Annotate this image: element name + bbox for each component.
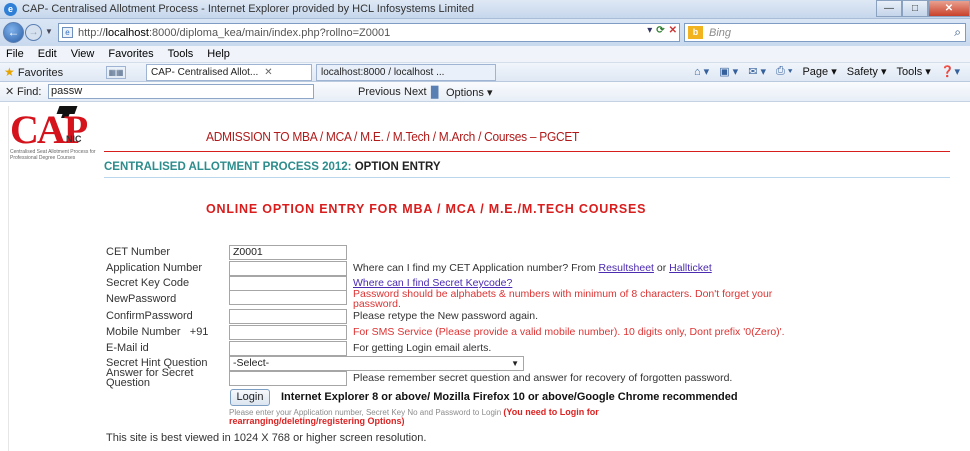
find-options-button[interactable]: Options ▾ bbox=[446, 86, 493, 99]
mobile-number-label: Mobile Number +91 bbox=[106, 326, 209, 338]
safety-menu[interactable]: Safety ▾ bbox=[847, 65, 887, 78]
new-password-hint: Password should be alphabets & numbers w… bbox=[353, 288, 773, 300]
divider bbox=[104, 177, 950, 178]
bing-icon: b bbox=[688, 26, 703, 39]
close-button[interactable]: ✕ bbox=[928, 0, 970, 17]
tools-menu[interactable]: Tools ▾ bbox=[897, 65, 931, 78]
mobile-number-field[interactable] bbox=[229, 325, 347, 340]
search-placeholder: Bing bbox=[709, 27, 732, 39]
url-controls: ▾ ⟳ ✕ bbox=[647, 25, 677, 36]
url-text[interactable]: http://localhost:8000/diploma_kea/main/i… bbox=[78, 27, 390, 39]
star-icon: ★ bbox=[4, 65, 15, 79]
secret-key-label: Secret Key Code bbox=[106, 277, 190, 289]
forward-button[interactable]: → bbox=[25, 24, 42, 41]
find-input[interactable]: passw bbox=[48, 84, 314, 99]
new-password-label: NewPassword bbox=[106, 293, 177, 305]
menu-view[interactable]: View bbox=[71, 46, 95, 62]
window-controls: — □ ✕ bbox=[876, 0, 970, 18]
url-field[interactable]: e http://localhost:8000/diploma_kea/main… bbox=[58, 23, 680, 42]
email-label: E-Mail id bbox=[106, 342, 149, 354]
hallticket-link[interactable]: Hallticket bbox=[669, 262, 712, 274]
new-password-hint-cont: password. bbox=[353, 298, 401, 310]
refresh-icon[interactable]: ⟳ bbox=[656, 25, 664, 36]
menu-favorites[interactable]: Favorites bbox=[108, 46, 153, 62]
resultsheet-link[interactable]: Resultsheet bbox=[599, 262, 654, 274]
minimize-button[interactable]: — bbox=[876, 0, 902, 17]
confirm-password-hint: Please retype the New password again. bbox=[353, 310, 539, 322]
answer-field[interactable] bbox=[229, 371, 347, 386]
feeds-icon[interactable]: ▣ ▾ bbox=[719, 65, 738, 78]
browser-recommendation: Internet Explorer 8 or above/ Mozilla Fi… bbox=[281, 391, 738, 403]
url-dropdown-icon[interactable]: ▾ bbox=[647, 25, 652, 36]
print-icon[interactable]: ⎙ ▾ bbox=[776, 65, 792, 78]
ie-logo-icon: e bbox=[4, 3, 17, 16]
divider bbox=[8, 106, 9, 451]
find-label: Find: bbox=[17, 86, 42, 98]
mobile-number-hint: For SMS Service (Please provide a valid … bbox=[353, 326, 785, 338]
back-button[interactable]: ← bbox=[3, 22, 24, 43]
mail-icon[interactable]: ✉ ▾ bbox=[748, 65, 766, 78]
menu-tools[interactable]: Tools bbox=[168, 46, 194, 62]
chevron-down-icon: ▼ bbox=[511, 359, 519, 368]
find-bar: ✕ Find: passw Previous Next ▉ Options ▾ bbox=[0, 82, 970, 102]
command-bar: ⌂ ▾ ▣ ▾ ✉ ▾ ⎙ ▾ Page ▾ Safety ▾ Tools ▾ … bbox=[694, 65, 960, 78]
page-icon: e bbox=[62, 27, 73, 38]
find-next-button[interactable]: Next bbox=[404, 86, 427, 98]
menu-file[interactable]: File bbox=[6, 46, 24, 62]
page-menu[interactable]: Page ▾ bbox=[802, 65, 836, 78]
maximize-button[interactable]: □ bbox=[902, 0, 928, 17]
confirm-password-label: ConfirmPassword bbox=[106, 310, 193, 322]
cap-title: CENTRALISED ALLOTMENT PROCESS 2012: OPTI… bbox=[104, 161, 441, 173]
menu-bar: File Edit View Favorites Tools Help bbox=[0, 46, 970, 63]
tab-cap[interactable]: CAP- Centralised Allot... ✕ bbox=[146, 64, 312, 81]
window-title: CAP- Centralised Allotment Process - Int… bbox=[22, 3, 474, 15]
page-content: CAP NIC Centralised Seat Allotment Proce… bbox=[0, 102, 970, 451]
new-password-field[interactable] bbox=[229, 290, 347, 305]
tab-close-icon[interactable]: ✕ bbox=[264, 67, 272, 78]
address-bar: ← → ▼ e http://localhost:8000/diploma_ke… bbox=[0, 19, 970, 46]
highlight-icon[interactable]: ▉ bbox=[431, 86, 439, 99]
search-box[interactable]: b Bing ⌕ bbox=[684, 23, 966, 42]
answer-hint: Please remember secret question and answ… bbox=[353, 372, 733, 384]
login-note-cont: rearranging/deleting/registering Options… bbox=[229, 416, 405, 426]
home-icon[interactable]: ⌂ ▾ bbox=[694, 65, 709, 78]
cet-number-field[interactable]: Z0001 bbox=[229, 245, 347, 260]
search-icon[interactable]: ⌕ bbox=[954, 25, 961, 40]
option-entry-heading: ONLINE OPTION ENTRY FOR MBA / MCA / M.E.… bbox=[206, 202, 647, 216]
title-bar: e CAP- Centralised Allotment Process - I… bbox=[0, 0, 970, 19]
menu-edit[interactable]: Edit bbox=[38, 46, 57, 62]
login-button[interactable]: Login bbox=[230, 389, 270, 406]
hint-question-select[interactable]: -Select- ▼ bbox=[229, 356, 524, 371]
email-hint: For getting Login email alerts. bbox=[353, 342, 492, 354]
quick-tabs-icon[interactable]: ▦▦ bbox=[106, 66, 126, 79]
application-number-label: Application Number bbox=[106, 262, 202, 274]
confirm-password-field[interactable] bbox=[229, 309, 347, 324]
admission-heading: ADMISSION TO MBA / MCA / M.E. / M.Tech /… bbox=[206, 129, 580, 144]
answer-label: Answer for Secret Question bbox=[106, 367, 194, 389]
cet-number-label: CET Number bbox=[106, 246, 170, 258]
find-previous-button[interactable]: Previous bbox=[358, 86, 401, 98]
tab-localhost[interactable]: localhost:8000 / localhost ... bbox=[316, 64, 496, 81]
stop-icon[interactable]: ✕ bbox=[669, 25, 677, 36]
favorites-button[interactable]: ★ Favorites bbox=[4, 65, 63, 79]
favorites-bar: ★ Favorites ▦▦ CAP- Centralised Allot...… bbox=[0, 63, 970, 82]
email-field[interactable] bbox=[229, 341, 347, 356]
close-find-icon[interactable]: ✕ bbox=[5, 85, 14, 98]
help-icon[interactable]: ❓▾ bbox=[941, 65, 960, 78]
secret-key-field[interactable] bbox=[229, 276, 347, 291]
divider bbox=[104, 151, 950, 152]
application-number-field[interactable] bbox=[229, 261, 347, 276]
history-dropdown-icon[interactable]: ▼ bbox=[45, 27, 53, 36]
best-viewed-note: This site is best viewed in 1024 X 768 o… bbox=[106, 432, 427, 444]
country-code: +91 bbox=[189, 326, 209, 338]
application-number-hint: Where can I find my CET Application numb… bbox=[353, 262, 712, 274]
menu-help[interactable]: Help bbox=[207, 46, 230, 62]
